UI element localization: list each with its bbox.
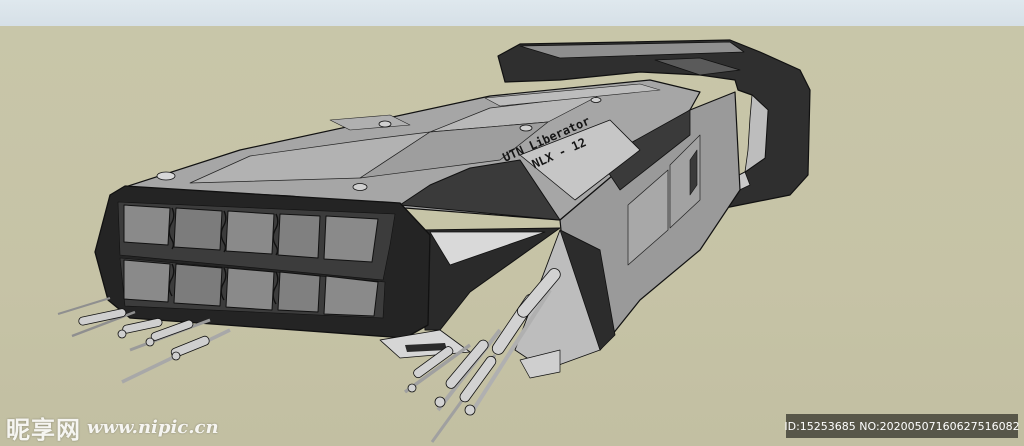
watermark-logo: 昵享网 www.nipic.cn	[6, 410, 219, 445]
watermark-brand-cn: 昵享网	[6, 416, 81, 444]
watermark-id-bar: ID:15253685 NO:20200507160627516082	[784, 414, 1020, 438]
watermark-brand-url: www.nipic.cn	[87, 417, 219, 438]
front-face	[94, 185, 431, 339]
watermark-id-text: ID:15253685 NO:20200507160627516082	[784, 419, 1020, 433]
spaceship-model: UTN Liberator NLX - 12	[57, 39, 811, 443]
